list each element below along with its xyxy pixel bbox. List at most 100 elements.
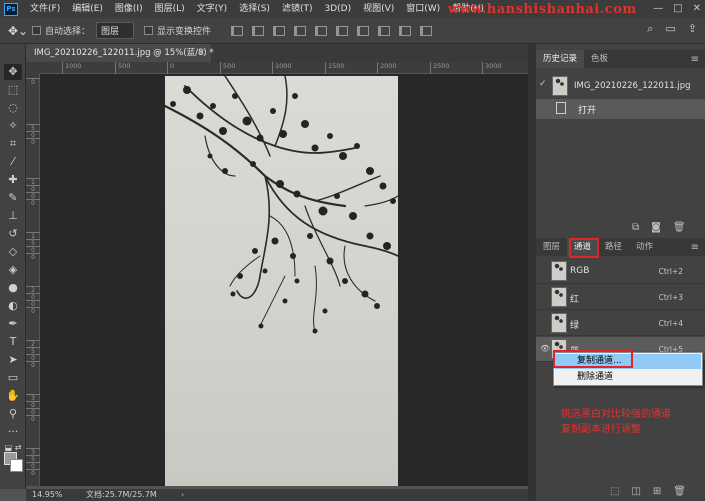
trash-icon[interactable]: 🗑 [673, 486, 686, 497]
move-tool-icon[interactable]: ✥⌄ [8, 24, 32, 38]
document-tab[interactable]: IMG_20210226_122011.jpg @ 15%(蓝/8) * × [26, 44, 214, 62]
align-bottom-icon[interactable] [336, 25, 349, 36]
history-brush-source-icon[interactable]: ✓ [539, 79, 547, 89]
align-top-icon[interactable] [294, 25, 307, 36]
history-step-open[interactable]: 打开 [536, 99, 705, 119]
crop-tool-icon[interactable]: ⌗ [4, 136, 22, 152]
rectangle-tool-icon[interactable]: ▭ [4, 370, 22, 386]
ruler-tick-label: 1000 [272, 62, 292, 74]
eraser-tool-icon[interactable]: ◇ [4, 244, 22, 260]
eyedropper-tool-icon[interactable]: ⁄ [4, 154, 22, 170]
photo-canvas[interactable] [165, 76, 398, 486]
type-tool-icon[interactable]: T [4, 334, 22, 350]
panel-collapse-strip[interactable] [528, 44, 536, 501]
history-snapshot-row[interactable]: ✓ IMG_20210226_122011.jpg [536, 73, 705, 99]
auto-select-checkbox[interactable] [32, 26, 41, 35]
channel-thumbnail [551, 313, 567, 333]
auto-select-dropdown[interactable]: 图层 [96, 22, 135, 39]
visibility-eye-icon[interactable]: 👁 [540, 344, 550, 353]
background-color-swatch[interactable] [10, 459, 23, 472]
panel-menu-icon[interactable]: ≡ [691, 242, 699, 253]
document-size: 文档:25.7M/25.7M [86, 490, 157, 499]
brush-tool-icon[interactable]: ✎ [4, 190, 22, 206]
distribute-center-icon[interactable] [378, 25, 391, 36]
tab-layers[interactable]: 图层 [536, 238, 567, 256]
new-document-from-state-icon[interactable]: ⧉ [632, 222, 639, 233]
menu-window[interactable]: 窗口(W) [400, 0, 446, 18]
vertical-ruler[interactable]: 0 5 0 0 1 0 0 0 1 5 0 0 2 0 0 0 2 5 0 0 … [26, 74, 40, 486]
marquee-tool-icon[interactable]: ⬚ [4, 82, 22, 98]
close-window-button[interactable]: ✕ [693, 0, 701, 18]
workspace-icon[interactable]: ▭ [665, 22, 675, 36]
snapshot-thumbnail [552, 76, 568, 96]
duplicate-item-highlight [553, 350, 633, 368]
panel-menu-icon[interactable]: ≡ [691, 54, 699, 65]
align-center-icon[interactable] [252, 25, 265, 36]
dodge-tool-icon[interactable]: ◐ [4, 298, 22, 314]
new-channel-icon[interactable]: ⊞ [653, 486, 661, 497]
annotation-line: 复制副本进行调整 [561, 424, 641, 435]
channel-row-red[interactable]: 红 Ctrl+3 [536, 285, 705, 310]
load-selection-icon[interactable]: ⬚ [610, 486, 619, 497]
auto-select-label: 自动选择： [45, 27, 91, 37]
trash-icon[interactable]: 🗑 [673, 222, 686, 233]
menu-select[interactable]: 选择(S) [233, 0, 276, 18]
menu-filter[interactable]: 滤镜(T) [276, 0, 319, 18]
menu-layer[interactable]: 图层(L) [149, 0, 191, 18]
menu-image[interactable]: 图像(I) [109, 0, 149, 18]
align-left-icon[interactable] [231, 25, 244, 36]
ruler-tick-label: 0 [26, 307, 40, 315]
ruler-tick-label: 0 [26, 469, 40, 477]
channel-row-rgb[interactable]: RGB Ctrl+2 [536, 259, 705, 284]
menu-3d[interactable]: 3D(D) [318, 0, 357, 18]
lasso-tool-icon[interactable]: ◌ [4, 100, 22, 116]
align-buttons [231, 25, 433, 36]
menu-view[interactable]: 视图(V) [357, 0, 400, 18]
menu-item-delete-channel[interactable]: 删除通道 [555, 370, 701, 385]
distribute-top-icon[interactable] [420, 25, 433, 36]
hand-tool-icon[interactable]: ✋ [4, 388, 22, 404]
magic-wand-tool-icon[interactable]: ✧ [4, 118, 22, 134]
status-menu-arrow-icon[interactable]: › [181, 489, 184, 501]
ruler-tick-label: 0 [26, 361, 40, 369]
blur-tool-icon[interactable]: ● [4, 280, 22, 296]
paint-bucket-tool-icon[interactable]: ◈ [4, 262, 22, 278]
ruler-tick-label: 1500 [325, 62, 345, 74]
channel-thumbnail [551, 287, 567, 307]
menu-type[interactable]: 文字(Y) [191, 0, 234, 18]
move-tool-icon[interactable]: ✥ [4, 64, 22, 80]
tab-swatches[interactable]: 色板 [584, 50, 615, 68]
close-tab-icon[interactable]: × [198, 44, 205, 62]
channel-name: RGB [570, 266, 590, 276]
healing-brush-tool-icon[interactable]: ✚ [4, 172, 22, 188]
horizontal-ruler[interactable]: 1000 500 0 500 1000 1500 2000 2500 3000 [40, 62, 528, 74]
snapshot-name: IMG_20210226_122011.jpg [574, 81, 691, 91]
show-transform-checkbox[interactable] [144, 26, 154, 35]
path-selection-tool-icon[interactable]: ➤ [4, 352, 22, 368]
channel-row-green[interactable]: 绿 Ctrl+4 [536, 311, 705, 336]
share-icon[interactable]: ⇪ [688, 22, 697, 36]
menu-file[interactable]: 文件(F) [24, 0, 66, 18]
photoshop-logo-icon[interactable]: Ps [4, 2, 18, 16]
zoom-level[interactable]: 14.95% [32, 489, 63, 501]
align-middle-icon[interactable] [315, 25, 328, 36]
menu-edit[interactable]: 编辑(E) [66, 0, 109, 18]
distribute-left-icon[interactable] [357, 25, 370, 36]
pen-tool-icon[interactable]: ✒ [4, 316, 22, 332]
minimize-button[interactable]: — [653, 0, 663, 18]
stamp-tool-icon[interactable]: ⊥ [4, 208, 22, 224]
options-right-icons: ⌕ ▭ ⇪ [647, 22, 697, 36]
tab-paths[interactable]: 路径 [598, 238, 629, 256]
align-right-icon[interactable] [273, 25, 286, 36]
history-brush-tool-icon[interactable]: ↺ [4, 226, 22, 242]
save-selection-icon[interactable]: ◫ [631, 486, 640, 497]
camera-snapshot-icon[interactable]: ◙ [651, 222, 661, 233]
tab-history[interactable]: 历史记录 [536, 50, 585, 68]
maximize-button[interactable]: □ [673, 0, 682, 18]
distribute-right-icon[interactable] [399, 25, 412, 36]
ruler-tick-label: 0 [26, 138, 40, 146]
tab-actions[interactable]: 动作 [629, 238, 660, 256]
more-tools-icon[interactable]: ··· [4, 424, 22, 440]
zoom-tool-icon[interactable]: ⚲ [4, 406, 22, 422]
search-icon[interactable]: ⌕ [647, 22, 653, 36]
